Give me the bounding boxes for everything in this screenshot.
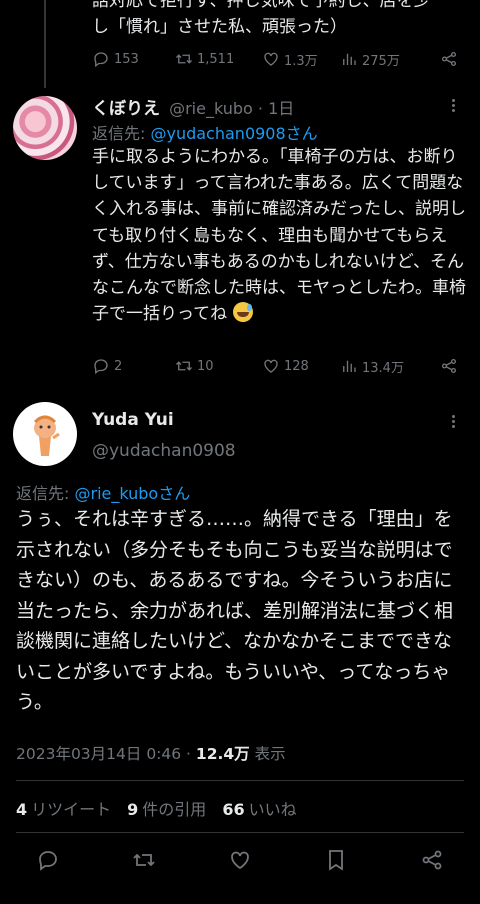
likes-stat-count: 66 bbox=[222, 800, 245, 819]
previous-tweet-text: 話対応で拒行す、押し気味で予約し、店を少 し「慣れ」させた私、頑張った） bbox=[92, 0, 472, 40]
like-button[interactable]: 128 bbox=[262, 357, 340, 375]
reply-to-link[interactable]: @yudachan0908さん bbox=[150, 124, 317, 143]
bookmark-button[interactable] bbox=[324, 848, 348, 876]
reply-to-line: 返信先: @rie_kuboさん bbox=[16, 480, 190, 504]
reply-icon bbox=[39, 851, 57, 871]
thread-line bbox=[44, 0, 46, 88]
heart-icon bbox=[264, 359, 278, 373]
tweet-metadata: 2023年03月14日 0:46 · 12.4万 表示 bbox=[16, 742, 286, 764]
heart-icon bbox=[231, 851, 249, 870]
main-display-name[interactable]: Yuda Yui bbox=[92, 410, 174, 430]
main-tweet-actions bbox=[0, 844, 480, 878]
reply-to-prefix: 返信先: bbox=[16, 484, 75, 503]
views-count: 12.4万 bbox=[195, 745, 250, 763]
retweet-button[interactable]: 1,511 bbox=[175, 50, 262, 68]
retweet-count: 1,511 bbox=[197, 51, 235, 67]
reply-count: 153 bbox=[114, 51, 139, 67]
reply-button[interactable]: 153 bbox=[92, 50, 175, 68]
reply-to-prefix: 返信先: bbox=[92, 124, 151, 143]
tweet-header: くぼりえ @rie_kubo · 1日 bbox=[92, 94, 294, 119]
sweat-smile-emoji-icon bbox=[232, 302, 253, 323]
avatar[interactable] bbox=[13, 96, 77, 160]
quotes-stat-count: 9 bbox=[127, 800, 139, 819]
views-icon bbox=[343, 360, 356, 372]
reply-button[interactable]: 2 bbox=[92, 357, 175, 375]
tweet-text: 手に取るようにわかる。「車椅子の方は、お断りしています」って言われた事ある。広く… bbox=[92, 144, 470, 327]
divider bbox=[16, 832, 464, 833]
retweets-stat-label: リツイート bbox=[31, 800, 112, 819]
more-options-button[interactable] bbox=[452, 97, 455, 114]
reply-to-link[interactable]: @rie_kuboさん bbox=[74, 484, 190, 503]
share-icon bbox=[441, 51, 457, 67]
retweet-icon bbox=[176, 54, 192, 64]
quotes-stat[interactable]: 9 件の引用 bbox=[127, 796, 206, 820]
reply-tweet-actions: 2 10 128 13.4万 bbox=[92, 354, 464, 378]
view-count: 275万 bbox=[362, 53, 400, 69]
avatar-illustration bbox=[33, 415, 60, 456]
like-count: 1.3万 bbox=[284, 53, 318, 69]
likes-stat-label: いいね bbox=[248, 800, 297, 819]
share-button[interactable] bbox=[420, 848, 444, 876]
share-button[interactable] bbox=[432, 357, 462, 375]
main-tweet-text: うぅ、それは辛すぎる……。納得できる「理由」を示されない（多分そもそも向こうも妥… bbox=[16, 508, 454, 713]
likes-stat[interactable]: 66 いいね bbox=[222, 796, 296, 820]
like-button[interactable] bbox=[228, 848, 252, 876]
retweet-button[interactable] bbox=[132, 848, 156, 876]
previous-tweet-actions: 153 1,511 1.3万 275万 bbox=[92, 47, 464, 71]
share-icon bbox=[422, 850, 442, 870]
tweet-time[interactable]: · 1日 bbox=[258, 99, 294, 118]
share-button[interactable] bbox=[432, 50, 462, 68]
like-count: 128 bbox=[284, 358, 309, 374]
display-name[interactable]: Yuda Yui bbox=[92, 410, 174, 430]
engagement-stats: 4 リツイート 9 件の引用 66 いいね bbox=[16, 796, 297, 820]
tweet-timestamp[interactable]: 2023年03月14日 0:46 · bbox=[16, 745, 196, 763]
divider bbox=[16, 780, 464, 781]
user-handle[interactable]: @rie_kubo bbox=[169, 99, 253, 118]
main-user-handle[interactable]: @yudachan0908 bbox=[92, 441, 236, 461]
view-count: 13.4万 bbox=[362, 360, 404, 376]
share-icon bbox=[441, 358, 457, 374]
retweets-stat[interactable]: 4 リツイート bbox=[16, 796, 111, 820]
retweet-button[interactable]: 10 bbox=[175, 357, 262, 375]
views-button[interactable]: 275万 bbox=[340, 50, 432, 69]
user-handle[interactable]: @yudachan0908 bbox=[92, 441, 236, 461]
display-name[interactable]: くぼりえ bbox=[92, 99, 160, 119]
previous-tweet-text-line2: し「慣れ」させた私、頑張った） bbox=[92, 17, 347, 37]
like-button[interactable]: 1.3万 bbox=[262, 50, 340, 69]
avatar[interactable] bbox=[13, 402, 77, 466]
reply-to-line: 返信先: @yudachan0908さん bbox=[92, 120, 318, 144]
views-button[interactable]: 13.4万 bbox=[340, 357, 432, 376]
reply-icon bbox=[94, 359, 108, 375]
heart-icon bbox=[264, 52, 278, 66]
retweet-icon bbox=[176, 361, 192, 371]
views-label: 表示 bbox=[249, 745, 286, 763]
quotes-stat-label: 件の引用 bbox=[142, 800, 207, 819]
retweet-icon bbox=[133, 853, 155, 867]
views-icon bbox=[343, 53, 356, 65]
reply-count: 2 bbox=[114, 358, 123, 374]
tweet-body: 手に取るようにわかる。「車椅子の方は、お断りしています」って言われた事ある。広く… bbox=[92, 147, 466, 325]
reply-button[interactable] bbox=[36, 848, 60, 876]
more-options-button[interactable] bbox=[452, 413, 455, 430]
bookmark-icon bbox=[329, 850, 343, 871]
retweet-count: 10 bbox=[197, 358, 214, 374]
retweets-stat-count: 4 bbox=[16, 800, 28, 819]
previous-tweet-text-line1: 話対応で拒行す、押し気味で予約し、店を少 bbox=[92, 0, 431, 11]
reply-icon bbox=[94, 52, 108, 68]
